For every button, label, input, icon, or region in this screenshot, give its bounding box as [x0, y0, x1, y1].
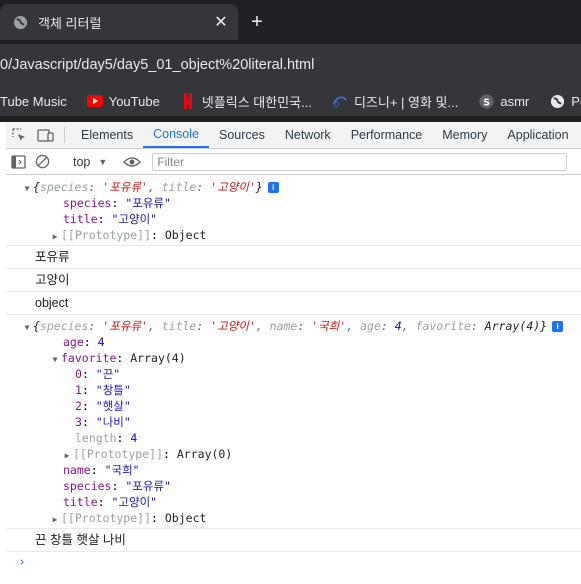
prompt-chevron-icon: › [18, 555, 26, 570]
svg-text:D: D [334, 99, 340, 108]
console-toolbar: top ▼ Filter [6, 149, 581, 175]
disney-icon: D [332, 93, 348, 109]
collapse-triangle-icon[interactable]: ▶ [49, 512, 61, 528]
context-selector[interactable]: top ▼ [73, 155, 107, 169]
inspect-element-icon[interactable] [6, 122, 32, 148]
object-property: species: "포유류" [63, 196, 171, 210]
globe-icon [12, 14, 28, 30]
expand-triangle-icon[interactable]: ▼ [21, 181, 33, 197]
console-prompt[interactable]: › [6, 552, 581, 574]
console-log-line: 끈 창틀 햇살 나비 [6, 529, 581, 552]
new-tab-button[interactable]: + [244, 10, 270, 34]
bookmark-pola[interactable]: Pola [549, 93, 581, 109]
filter-input[interactable]: Filter [152, 152, 568, 171]
dropdown-caret-icon: ▼ [98, 156, 108, 167]
tab-sources[interactable]: Sources [209, 122, 275, 148]
object-property: name: "국희" [63, 463, 140, 477]
prototype-row[interactable]: ▶ [[Prototype]]: Object [6, 510, 581, 526]
tab-strip: 객체 리터럴 ✕ + [0, 0, 581, 44]
netflix-icon [180, 93, 196, 109]
object-property: title: "고양이" [63, 495, 158, 509]
console-object-entry: ▼ {species: '포유류', title: '고양이'} i species… [6, 176, 581, 246]
tab-title: 객체 리터럴 [38, 15, 102, 31]
object-property: species: "포유류" [63, 479, 171, 493]
bookmark-youtube[interactable]: YouTube [86, 93, 160, 109]
array-property[interactable]: ▼ favorite: Array(4) [6, 350, 581, 366]
bookmark-asmr[interactable]: S asmr [478, 93, 529, 109]
globe-icon [549, 93, 565, 109]
address-bar: 0/Javascript/day5/day5_01_object%20liter… [0, 44, 581, 86]
array-item: 2: "햇살" [75, 399, 131, 413]
array-item: 3: "나비" [75, 415, 131, 429]
info-badge-icon[interactable]: i [552, 321, 564, 332]
tab-console[interactable]: Console [143, 122, 209, 148]
console-object-entry: ▼ {species: '포유류', title: '고양이', name: '국… [6, 315, 581, 529]
browser-tab[interactable]: 객체 리터럴 ✕ [0, 4, 238, 40]
s-icon: S [478, 93, 494, 109]
object-property: title: "고양이" [63, 212, 158, 226]
bookmark-tube-music[interactable]: Tube Music [0, 94, 67, 109]
expand-triangle-icon[interactable]: ▼ [49, 352, 61, 368]
bookmark-label: Tube Music [0, 93, 67, 109]
object-property: age: 4 [63, 335, 105, 349]
bookmark-label: 디즈니+ | 영화 및... [353, 94, 459, 110]
tab-elements[interactable]: Elements [71, 122, 143, 148]
tab-memory[interactable]: Memory [432, 122, 497, 148]
bookmark-label: 넷플릭스 대한민국... [201, 94, 312, 110]
bookmark-label: asmr [500, 93, 530, 109]
bookmark-label: Pola [571, 93, 581, 109]
prototype-row[interactable]: ▶ [[Prototype]]: Array(0) [6, 446, 581, 462]
console-log-line: object [6, 292, 581, 315]
url-text[interactable]: 0/Javascript/day5/day5_01_object%20liter… [0, 52, 314, 78]
bookmark-label: YouTube [108, 93, 160, 109]
bookmark-netflix[interactable]: 넷플릭스 대한민국... [180, 92, 312, 111]
array-item: 0: "끈" [75, 367, 121, 381]
device-toolbar-icon[interactable] [32, 122, 58, 148]
object-summary[interactable]: ▼ {species: '포유류', title: '고양이', name: '국… [6, 318, 581, 334]
collapse-triangle-icon[interactable]: ▶ [49, 229, 61, 245]
array-length: length: 4 [75, 431, 138, 445]
youtube-icon [86, 93, 103, 109]
bookmarks-bar: Tube Music YouTube 넷플릭스 대한민국... D 디즈니+ |… [0, 86, 581, 116]
info-badge-icon[interactable]: i [267, 182, 279, 193]
console-log-line: 고양이 [6, 269, 581, 292]
tab-performance[interactable]: Performance [341, 122, 433, 148]
tab-application[interactable]: Application [497, 122, 578, 148]
console-output: ▼ {species: '포유류', title: '고양이'} i species… [6, 176, 581, 584]
devtools-tabbar: Elements Console Sources Network Perform… [6, 122, 581, 149]
toolbar-separator [64, 127, 65, 143]
prototype-row[interactable]: ▶ [[Prototype]]: Object [6, 227, 581, 243]
sidebar-toggle-icon[interactable] [6, 150, 30, 174]
bookmark-disney[interactable]: D 디즈니+ | 영화 및... [332, 92, 458, 111]
object-summary[interactable]: ▼ {species: '포유류', title: '고양이'} i [6, 179, 581, 195]
close-tab-icon[interactable]: ✕ [210, 11, 232, 33]
array-item: 1: "창틀" [75, 383, 131, 397]
console-log-line: 포유류 [6, 246, 581, 269]
devtools-panel: Elements Console Sources Network Perform… [6, 122, 581, 584]
context-label: top [73, 154, 91, 169]
clear-console-icon[interactable] [30, 150, 54, 174]
eye-icon[interactable] [120, 150, 144, 174]
expand-triangle-icon[interactable]: ▼ [21, 320, 33, 336]
svg-text:S: S [483, 97, 490, 108]
tab-network[interactable]: Network [275, 122, 341, 148]
